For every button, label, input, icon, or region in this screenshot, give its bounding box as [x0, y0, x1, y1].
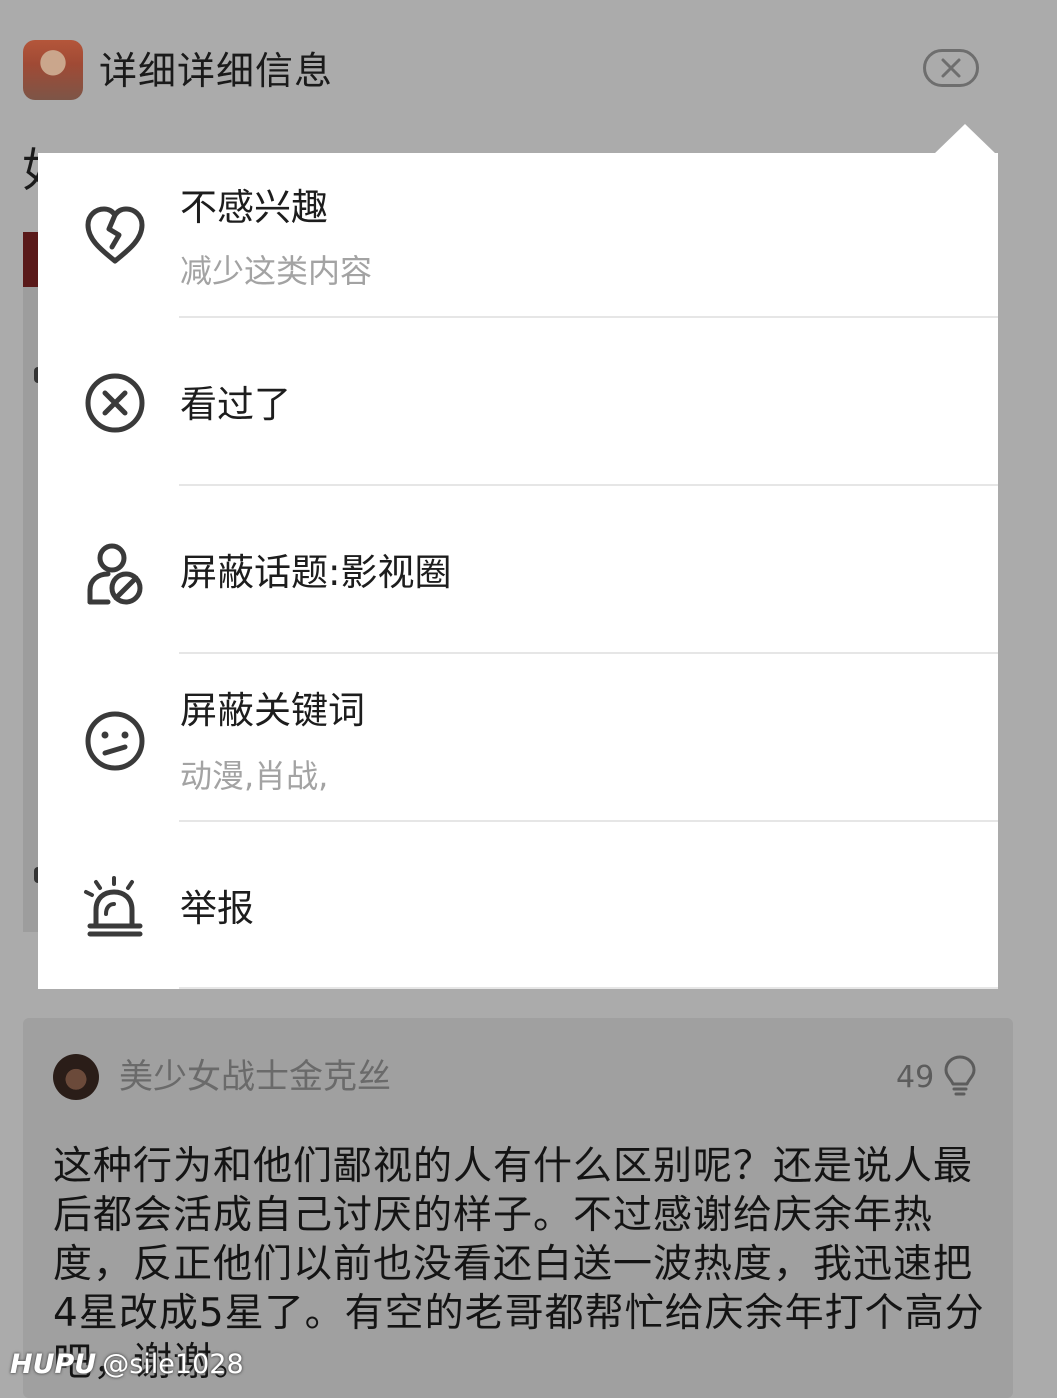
menu-item-report[interactable]: 举报: [38, 822, 998, 989]
menu-item-subtitle: 减少这类内容: [180, 252, 373, 290]
close-icon: [941, 58, 961, 78]
menu-item-seen[interactable]: 看过了: [38, 318, 998, 486]
like-count: 49: [896, 1060, 935, 1095]
x-circle-icon: [85, 373, 145, 433]
alarm-icon: [84, 876, 143, 937]
feedback-menu: 不感兴趣 减少这类内容 看过了 屏蔽话题:影视圈 屏蔽关键词 动漫,肖战, 举报: [38, 153, 998, 989]
lightbulb-icon[interactable]: [943, 1054, 977, 1096]
avatar[interactable]: [23, 40, 83, 100]
menu-item-title: 不感兴趣: [180, 186, 328, 229]
popup-arrow: [934, 124, 996, 154]
hupu-logo: HUPU: [10, 1349, 97, 1380]
post-content-edge: [23, 232, 42, 932]
top-bar: 详细详细信息: [0, 0, 1057, 140]
confused-face-icon: [85, 711, 145, 771]
avatar[interactable]: [53, 1054, 99, 1100]
menu-item-block-keywords[interactable]: 屏蔽关键词 动漫,肖战,: [38, 654, 998, 822]
menu-item-title: 屏蔽关键词: [180, 689, 365, 732]
divider: [179, 987, 998, 989]
post-image-edge: [23, 232, 39, 287]
menu-item-title: 屏蔽话题:影视圈: [180, 551, 452, 594]
close-button[interactable]: [923, 49, 979, 87]
watermark-handle: @sile1028: [102, 1349, 244, 1380]
menu-item-block-topic[interactable]: 屏蔽话题:影视圈: [38, 486, 998, 654]
menu-item-title: 举报: [180, 887, 254, 930]
page-title: 详细详细信息: [99, 49, 334, 93]
watermark: HUPU @sile1028: [10, 1345, 244, 1385]
menu-item-title: 看过了: [180, 383, 291, 426]
menu-item-not-interested[interactable]: 不感兴趣 减少这类内容: [38, 153, 998, 318]
comment-username[interactable]: 美少女战士金克丝: [119, 1054, 391, 1100]
comment-card[interactable]: 美少女战士金克丝 49 这种行为和他们鄙视的人有什么区别呢？还是说人最后都会活成…: [23, 1018, 1013, 1398]
broken-heart-icon: [85, 206, 145, 264]
menu-item-subtitle: 动漫,肖战,: [180, 757, 329, 795]
block-topic-icon: [87, 543, 143, 605]
